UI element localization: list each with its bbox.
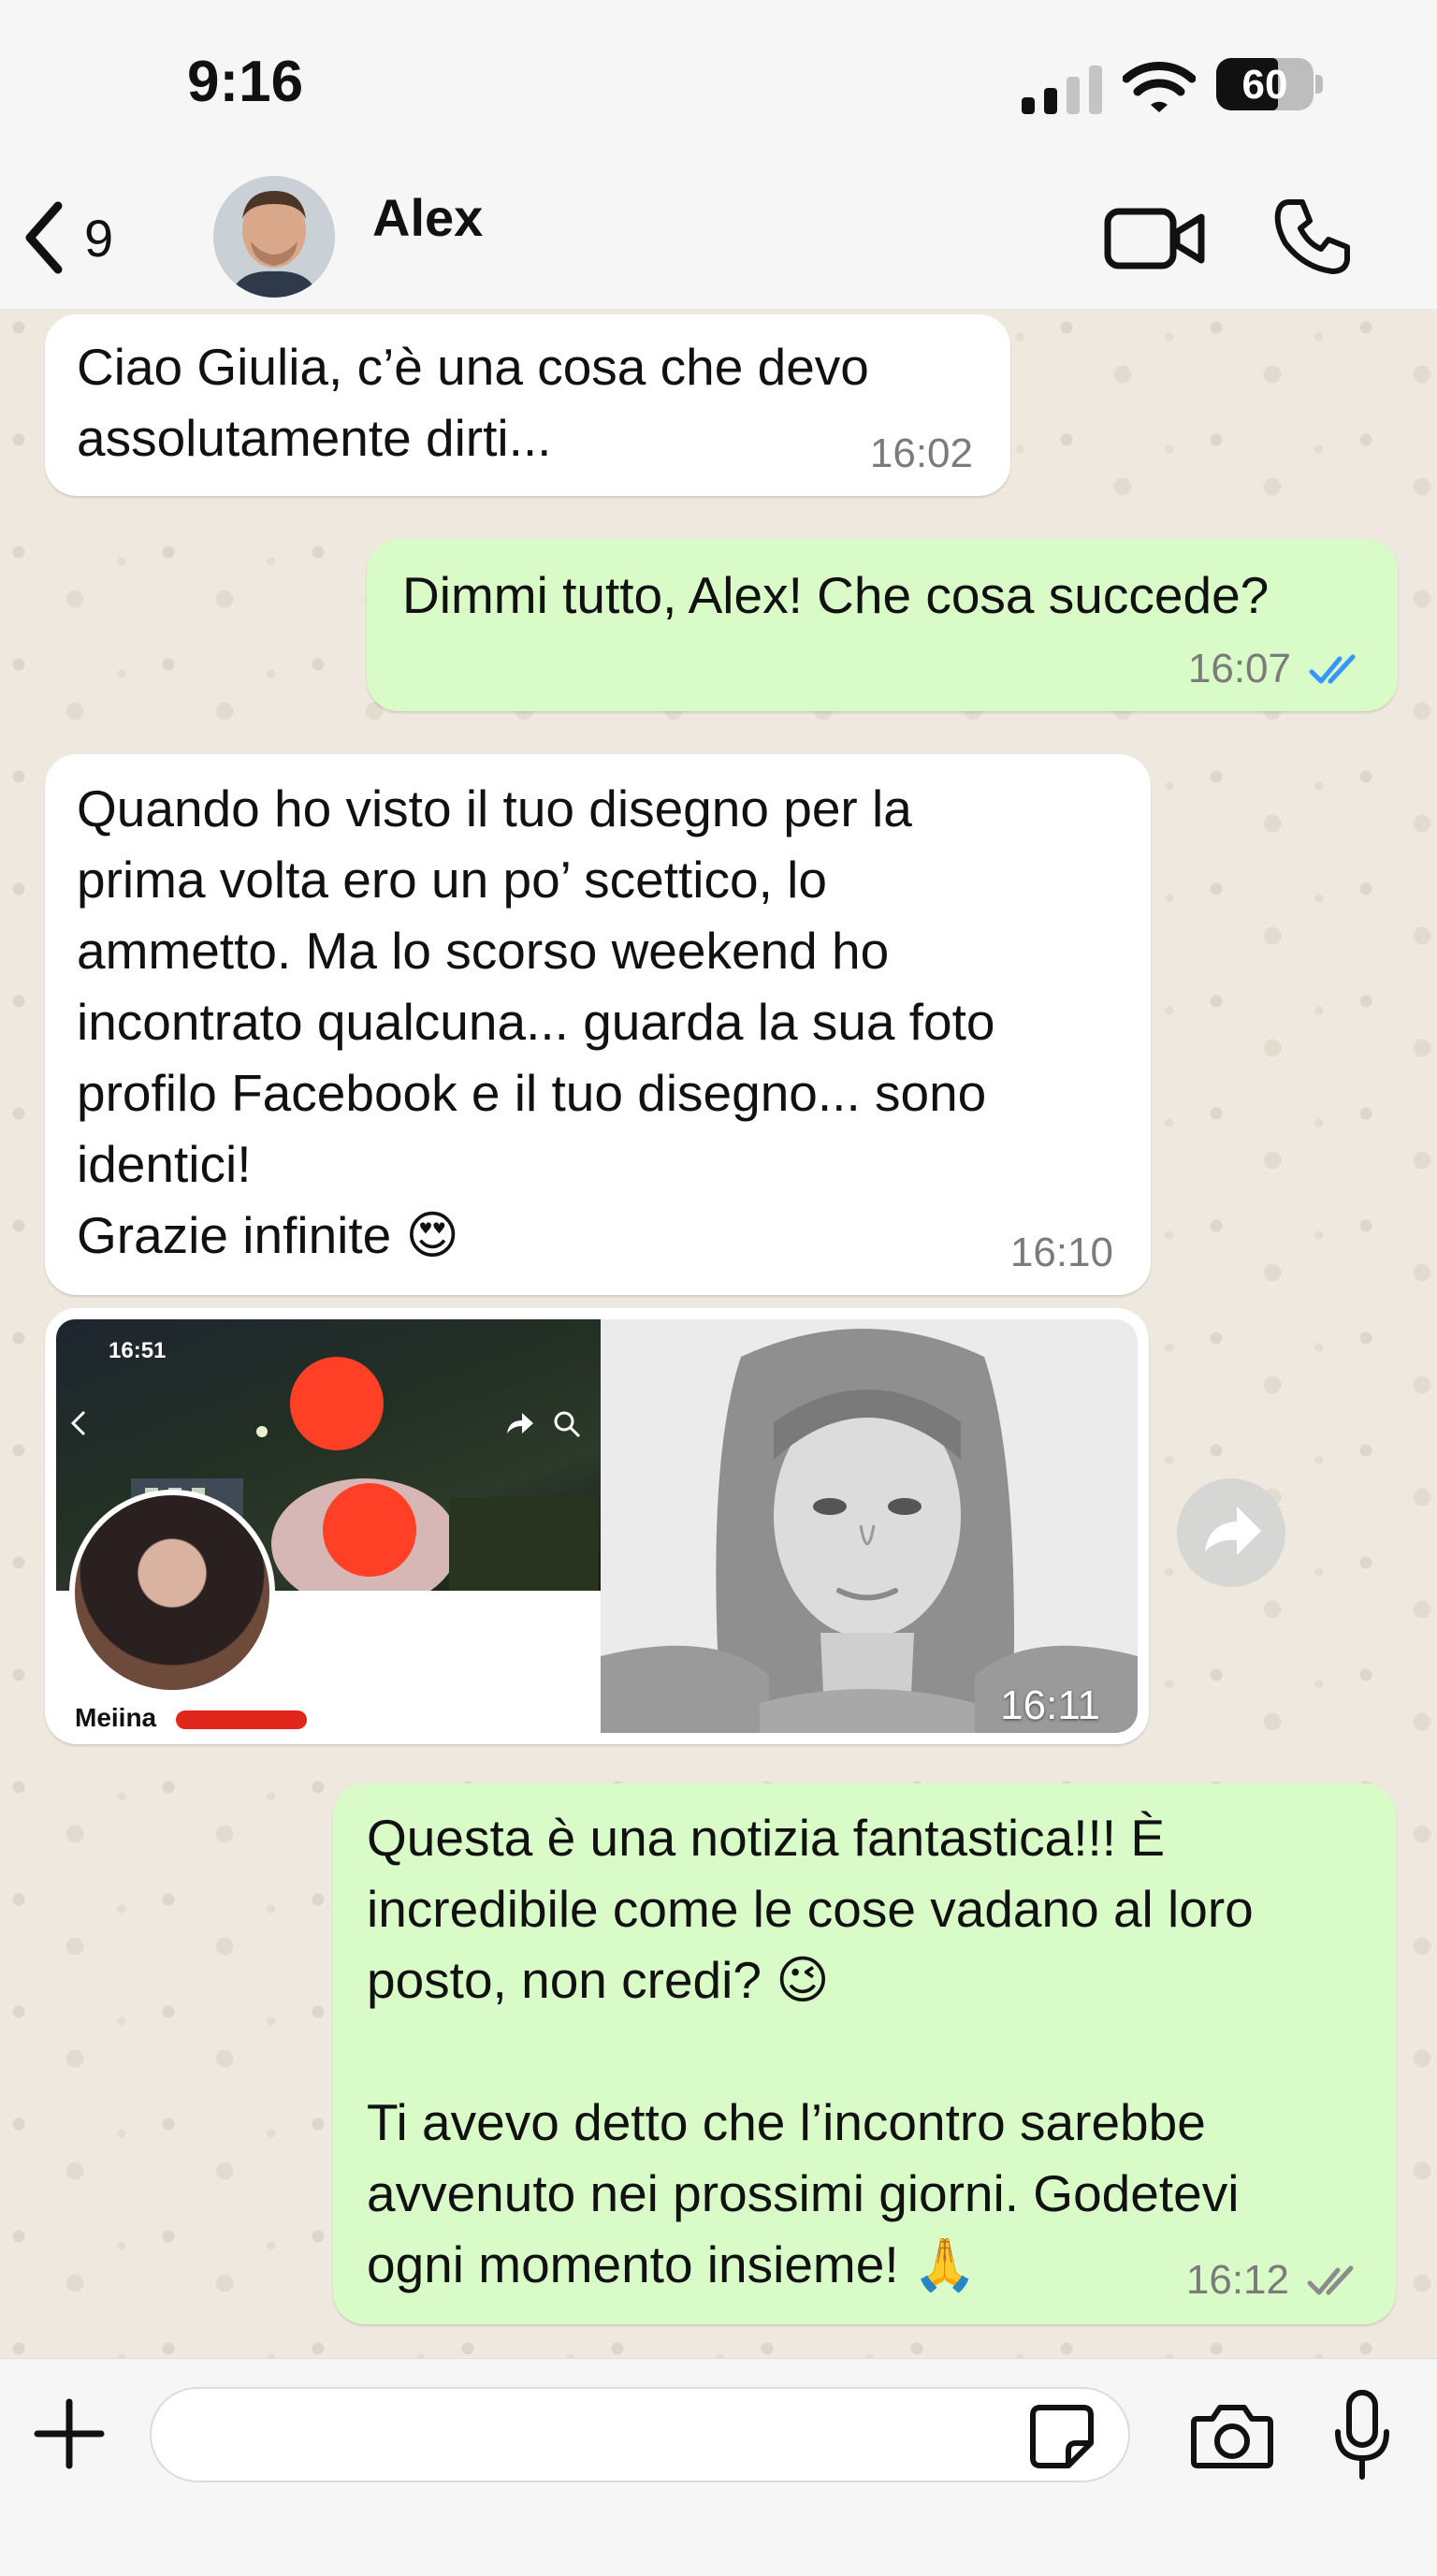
plus-icon[interactable]	[32, 2396, 107, 2471]
message-bubble-incoming[interactable]: Quando ho visto il tuo disegno per la pr…	[45, 754, 1151, 1295]
forward-icon	[1205, 1506, 1261, 1555]
read-receipt-icon	[1309, 654, 1356, 684]
battery-percentage: 60	[1241, 62, 1288, 108]
camera-icon[interactable]	[1190, 2400, 1274, 2471]
portrait-sketch	[601, 1319, 1138, 1733]
facebook-profile-screenshot[interactable]: 16:51 Meiina	[56, 1319, 601, 1733]
delivered-receipt-icon	[1307, 2265, 1354, 2295]
screenshot-time: 16:51	[109, 1338, 167, 1363]
back-chevron-icon	[25, 201, 63, 274]
message-bubble-outgoing[interactable]: Questa è una notizia fantastica!!! È inc…	[333, 1783, 1396, 2324]
message-bubble-incoming[interactable]: Ciao Giulia, c’è una cosa che devo assol…	[45, 314, 1010, 496]
input-bar	[0, 2358, 1437, 2576]
share-icon	[507, 1413, 533, 1434]
message-time: 16:02	[869, 430, 973, 476]
wifi-icon	[1123, 62, 1196, 112]
phone-icon[interactable]	[1272, 196, 1351, 275]
message-input[interactable]	[150, 2387, 1130, 2482]
pencil-portrait-drawing[interactable]: 16:11	[601, 1319, 1138, 1733]
image-message[interactable]: 16:51 Meiina 16:11	[45, 1308, 1149, 1744]
battery-icon: 60	[1216, 58, 1323, 114]
message-bubble-outgoing[interactable]: Dimmi tutto, Alex! Che cosa succede? 16:…	[367, 539, 1398, 711]
status-time: 9:16	[187, 50, 304, 114]
status-bar: 9:16 60	[0, 0, 1437, 168]
contact-avatar[interactable]	[213, 176, 335, 298]
profile-picture	[69, 1490, 275, 1696]
message-time: 16:12	[1185, 2257, 1289, 2303]
sticker-icon[interactable]	[1027, 2402, 1096, 2471]
message-time: 16:07	[1187, 646, 1291, 691]
microphone-icon[interactable]	[1332, 2389, 1392, 2482]
message-time: 16:10	[1009, 1230, 1113, 1275]
chevron-left-icon	[70, 1410, 86, 1436]
contact-name[interactable]: Alex	[372, 187, 483, 248]
chat-header: 9 Alex	[0, 168, 1437, 310]
message-text: Ciao Giulia, c’è una cosa che devo assol…	[77, 338, 869, 467]
unread-count: 9	[84, 208, 114, 268]
forward-button[interactable]	[1177, 1478, 1285, 1587]
message-time: 16:11	[1000, 1682, 1100, 1728]
message-text: Questa è una notizia fantastica!!! È inc…	[367, 1809, 1254, 2293]
message-text: Quando ho visto il tuo disegno per la pr…	[77, 779, 995, 1264]
avatar-photo	[213, 176, 335, 298]
signal-strength-icon	[1022, 65, 1106, 114]
search-icon	[554, 1411, 581, 1438]
name-redaction-mark	[176, 1710, 307, 1729]
back-button[interactable]: 9	[21, 191, 161, 284]
profile-name: Meiina	[75, 1703, 157, 1732]
message-text: Dimmi tutto, Alex! Che cosa succede?	[402, 566, 1270, 624]
video-camera-icon[interactable]	[1104, 200, 1207, 275]
